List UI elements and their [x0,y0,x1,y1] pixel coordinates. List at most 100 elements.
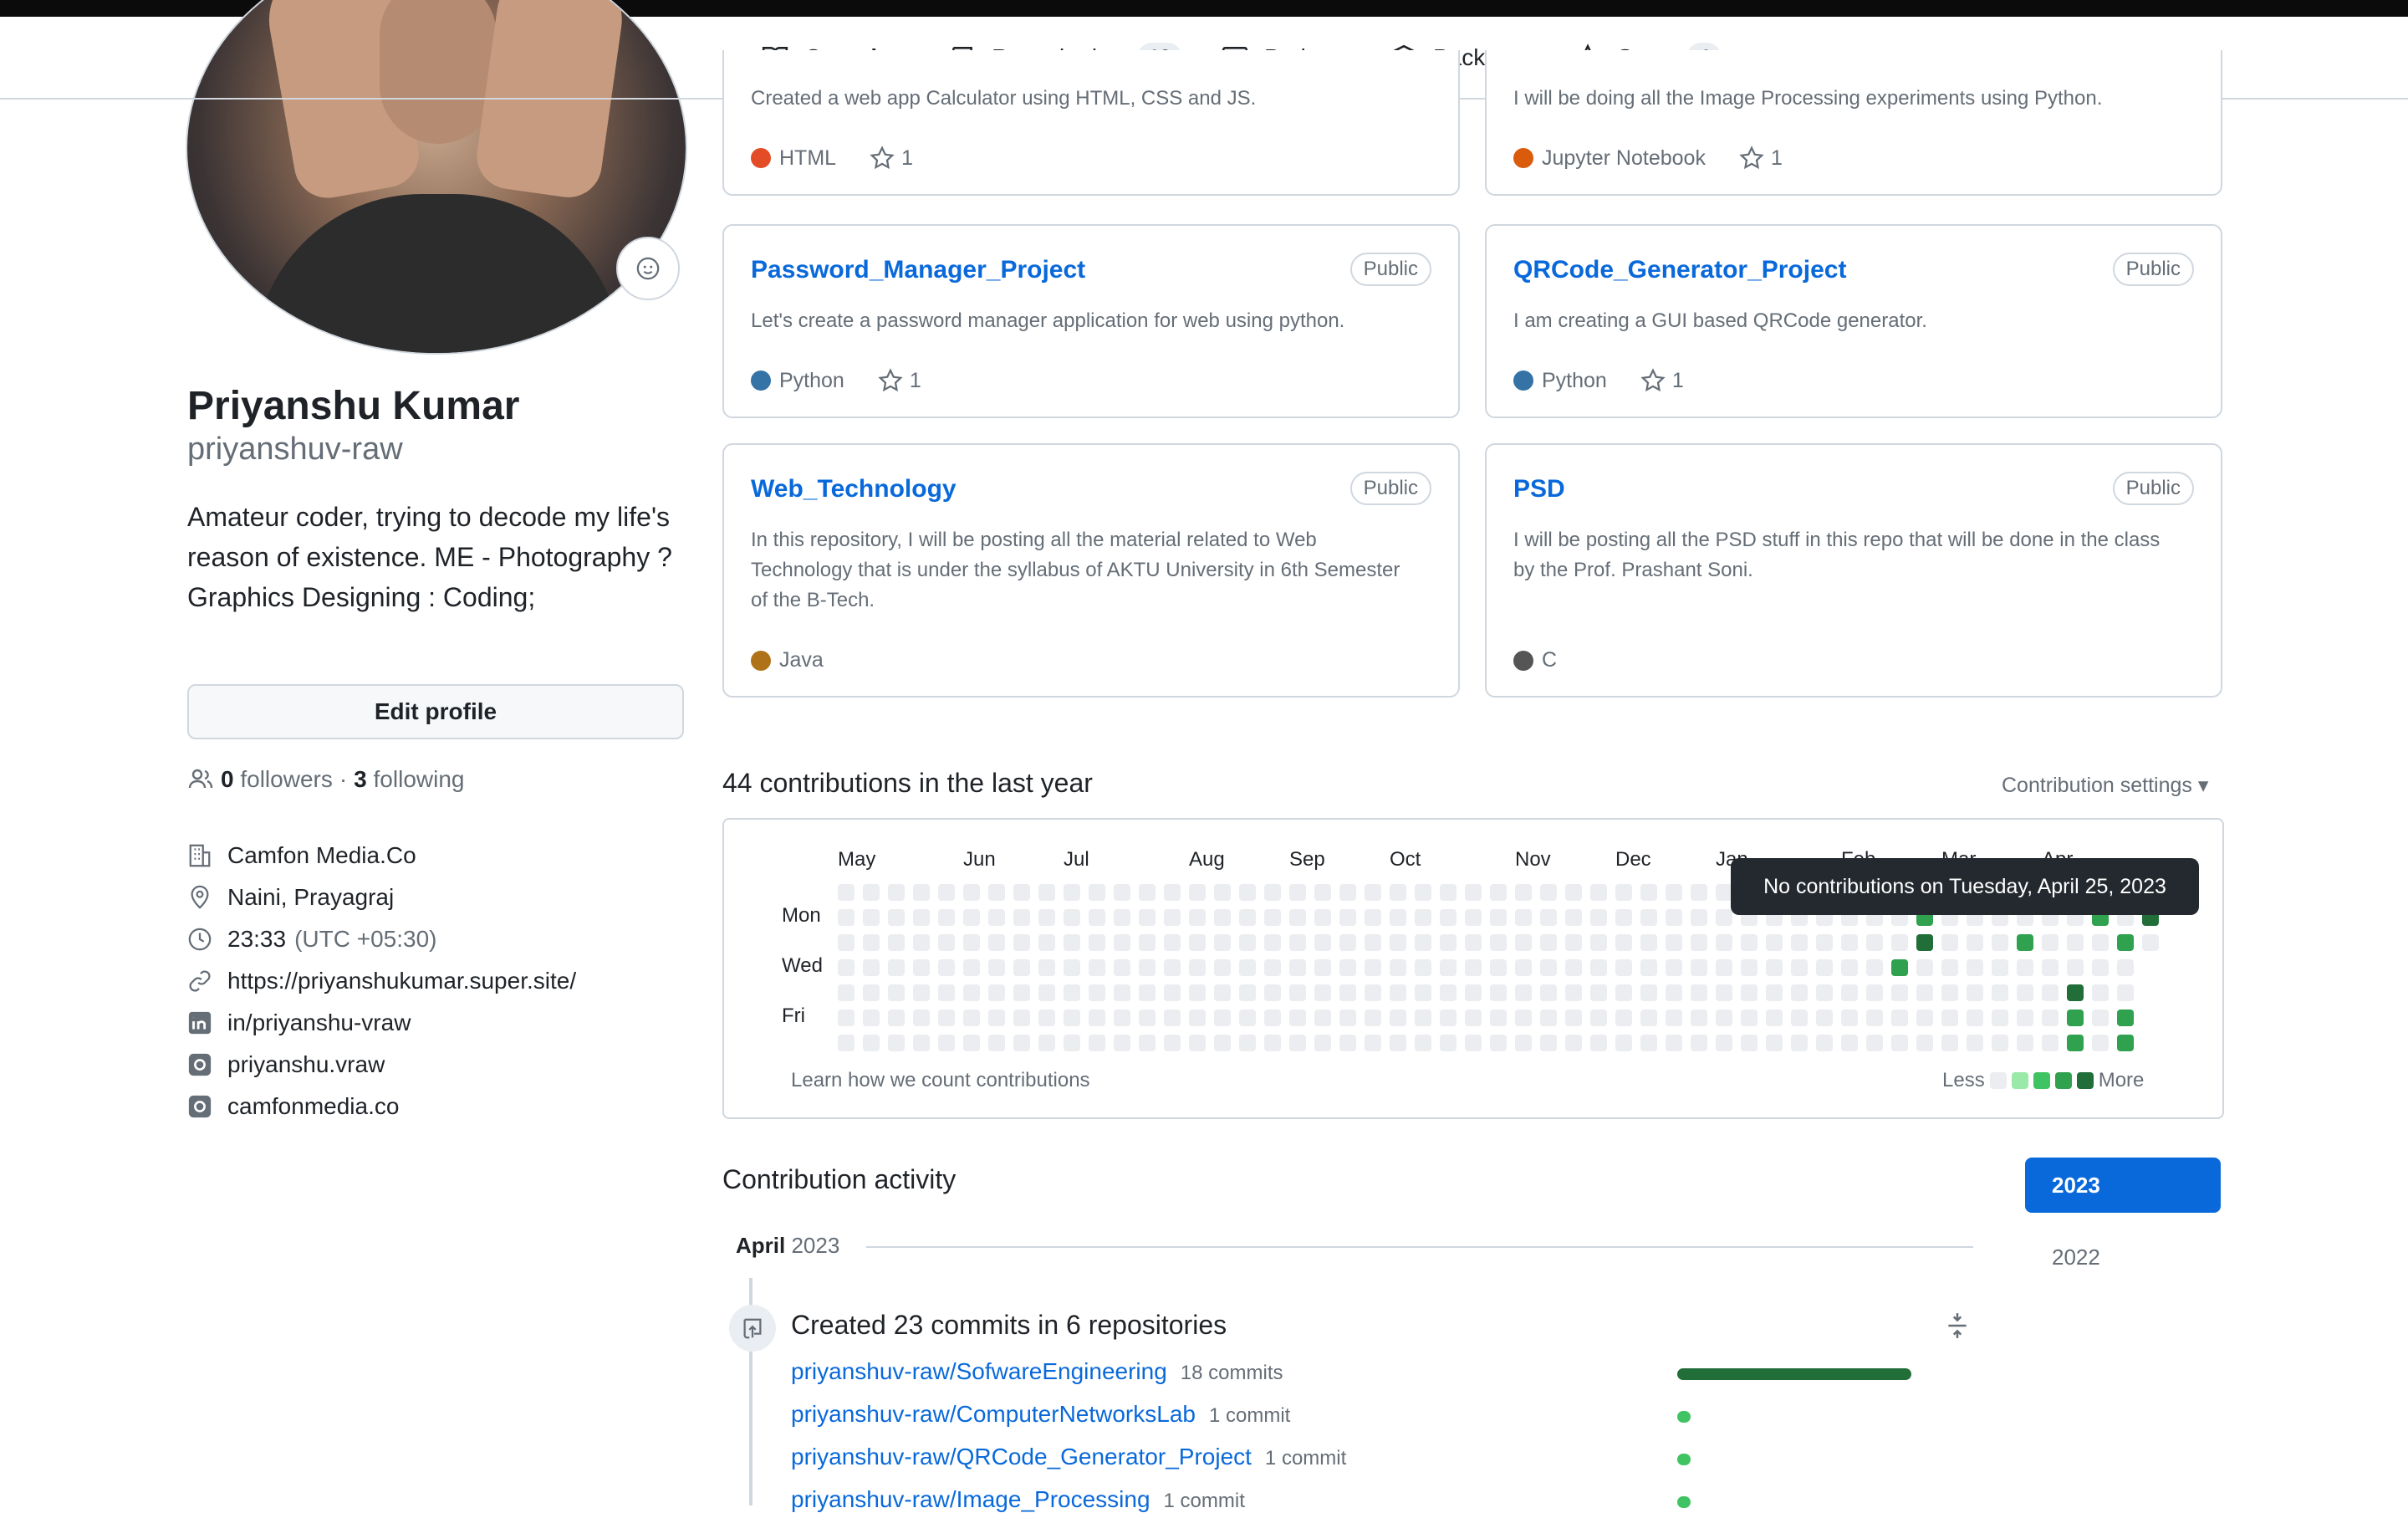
set-status-button[interactable] [616,237,680,300]
detail-instagram-1[interactable]: priyanshu.vraw [187,1044,576,1086]
contribution-day[interactable] [863,934,880,951]
contribution-day[interactable] [1339,1010,1356,1026]
contribution-day[interactable] [988,959,1005,976]
contribution-day[interactable] [1515,1035,1532,1051]
contribution-day[interactable] [1390,984,1406,1001]
contribution-day[interactable] [1440,909,1457,926]
contribution-day[interactable] [938,984,955,1001]
contribution-day[interactable] [988,884,1005,901]
contribution-day[interactable] [1064,1010,1080,1026]
contribution-day[interactable] [1465,909,1482,926]
contribution-day[interactable] [1390,959,1406,976]
contribution-day[interactable] [838,884,855,901]
contribution-day[interactable] [2067,1035,2084,1051]
contribution-day[interactable] [988,909,1005,926]
contribution-day[interactable] [838,909,855,926]
contribution-day[interactable] [1640,1010,1657,1026]
contribution-day[interactable] [863,909,880,926]
contribution-day[interactable] [2017,934,2033,951]
contribution-day[interactable] [1365,984,1381,1001]
contribution-day[interactable] [1615,984,1632,1001]
contribution-day[interactable] [1540,884,1557,901]
contribution-day[interactable] [1440,884,1457,901]
contribution-day[interactable] [1289,959,1306,976]
contribution-day[interactable] [1189,909,1206,926]
contribution-day[interactable] [1766,934,1783,951]
contribution-day[interactable] [1866,1010,1883,1026]
contribution-day[interactable] [1691,1010,1707,1026]
detail-website[interactable]: https://priyanshukumar.super.site/ [187,960,576,1002]
contribution-day[interactable] [1114,934,1130,951]
contribution-day[interactable] [1239,884,1256,901]
contribution-day[interactable] [913,909,930,926]
commit-count[interactable]: 1 commit [1265,1447,1346,1470]
contribution-day[interactable] [1365,884,1381,901]
contribution-day[interactable] [1615,1010,1632,1026]
contribution-day[interactable] [1264,1010,1281,1026]
contribution-day[interactable] [1540,934,1557,951]
repo-card-psd[interactable]: PSD Public I will be posting all the PSD… [1485,443,2222,698]
contribution-day[interactable] [1289,909,1306,926]
commit-repo-row[interactable]: priyanshuv-raw/QRCode_Generator_Project 1… [791,1444,1346,1470]
contribution-day[interactable] [1214,1010,1231,1026]
repo-stars[interactable]: 1 [1739,146,1783,171]
contribution-day[interactable] [1415,984,1431,1001]
contribution-day[interactable] [888,1010,905,1026]
contribution-day[interactable] [1590,909,1607,926]
contribution-day[interactable] [2017,1035,2033,1051]
contribution-day[interactable] [913,1035,930,1051]
contribution-day[interactable] [1916,959,1933,976]
contribution-day[interactable] [1891,984,1908,1001]
contribution-day[interactable] [1490,909,1507,926]
contribution-day[interactable] [1891,934,1908,951]
contribution-day[interactable] [2142,934,2159,951]
commit-count[interactable]: 18 commits [1181,1362,1283,1384]
contribution-day[interactable] [1992,984,2008,1001]
fold-icon[interactable] [1943,1311,1972,1340]
contribution-day[interactable] [1013,884,1030,901]
contribution-day[interactable] [1013,984,1030,1001]
contribution-day[interactable] [988,984,1005,1001]
contribution-day[interactable] [2117,934,2134,951]
contribution-day[interactable] [1365,934,1381,951]
contribution-day[interactable] [1766,984,1783,1001]
contribution-day[interactable] [888,884,905,901]
contribution-day[interactable] [1967,984,1983,1001]
contribution-day[interactable] [913,1010,930,1026]
contribution-day[interactable] [2092,959,2109,976]
learn-contributions-link[interactable]: Learn how we count contributions [791,1069,1090,1092]
contribution-day[interactable] [1691,909,1707,926]
contribution-day[interactable] [1264,984,1281,1001]
contribution-day[interactable] [1064,984,1080,1001]
contribution-day[interactable] [1640,934,1657,951]
contribution-day[interactable] [1816,1010,1833,1026]
contribution-day[interactable] [1239,934,1256,951]
contribution-day[interactable] [1038,984,1055,1001]
contribution-day[interactable] [1716,959,1732,976]
contribution-day[interactable] [1239,1035,1256,1051]
contribution-day[interactable] [1339,959,1356,976]
contribution-day[interactable] [2117,959,2134,976]
repo-card-calculator[interactable]: Created a web app Calculator using HTML,… [722,50,1460,196]
contribution-day[interactable] [1214,909,1231,926]
contribution-day[interactable] [1841,959,1858,976]
edit-profile-button[interactable]: Edit profile [187,684,684,739]
contribution-day[interactable] [1640,959,1657,976]
contribution-day[interactable] [1013,1035,1030,1051]
contribution-day[interactable] [1339,1035,1356,1051]
contribution-day[interactable] [1565,884,1582,901]
contribution-day[interactable] [1114,884,1130,901]
contribution-day[interactable] [913,884,930,901]
contribution-day[interactable] [1967,1035,1983,1051]
contribution-day[interactable] [1741,959,1758,976]
contribution-day[interactable] [938,959,955,976]
instagram-link-2[interactable]: camfonmedia.co [227,1093,399,1120]
contribution-day[interactable] [1465,884,1482,901]
contribution-day[interactable] [938,884,955,901]
contribution-day[interactable] [1314,1010,1331,1026]
contribution-day[interactable] [1089,959,1105,976]
contribution-day[interactable] [963,884,980,901]
contribution-day[interactable] [1666,884,1682,901]
contribution-day[interactable] [838,1035,855,1051]
repo-name-link[interactable]: PSD [1513,475,1565,503]
